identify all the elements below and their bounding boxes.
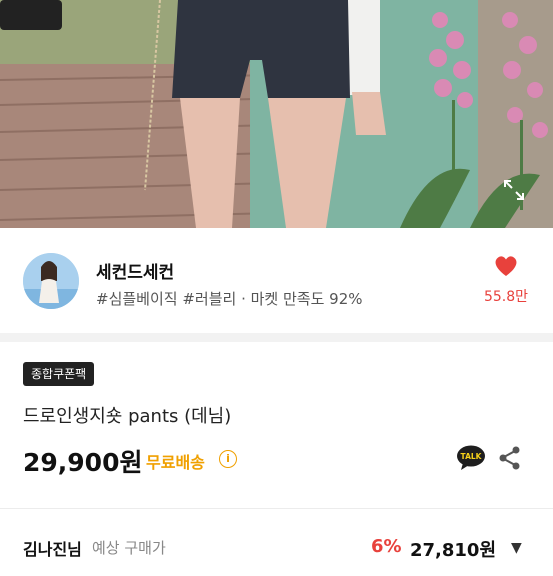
product-price: 29,900원 xyxy=(23,448,143,477)
seller-name[interactable]: 세컨드세컨 xyxy=(96,258,174,283)
expected-price: 27,810원 xyxy=(410,540,497,561)
product-title: 드로인생지숏 pants (데님) xyxy=(23,406,232,427)
expand-icon xyxy=(504,180,524,200)
expand-button[interactable] xyxy=(498,174,530,206)
talk-bubble: TALK xyxy=(457,445,485,470)
free-shipping-label: 무료배송 xyxy=(146,453,205,472)
like-button[interactable]: 55.8만 xyxy=(480,254,532,306)
expected-price-label: 예상 구매가 xyxy=(92,539,166,557)
heart-icon xyxy=(495,256,517,276)
product-image[interactable] xyxy=(0,0,553,228)
expected-price-row[interactable]: 김나진님 예상 구매가 6% 27,810원 ▼ xyxy=(0,536,553,576)
avatar-image xyxy=(23,253,79,309)
seller-tags: #심플베이직 #러블리 · 마켓 만족도 92% xyxy=(96,290,363,308)
buyer-name: 김나진님 xyxy=(23,540,82,559)
talk-label: TALK xyxy=(461,452,483,461)
section-divider xyxy=(0,333,553,342)
coupon-badge: 종합쿠폰팩 xyxy=(23,362,95,386)
kakao-talk-icon[interactable]: TALK xyxy=(456,445,486,471)
product-photo xyxy=(0,0,553,228)
section-divider-thin xyxy=(0,508,553,509)
share-glyph xyxy=(499,446,520,470)
chevron-down-icon[interactable]: ▼ xyxy=(511,540,522,556)
seller-section: 세컨드세컨 #심플베이직 #러블리 · 마켓 만족도 92% 55.8만 xyxy=(0,228,553,328)
discount-rate: 6% xyxy=(371,536,402,557)
like-count: 55.8만 xyxy=(483,289,529,305)
avatar[interactable] xyxy=(23,253,79,309)
info-icon[interactable]: i xyxy=(219,450,237,468)
share-icon[interactable] xyxy=(498,445,522,471)
